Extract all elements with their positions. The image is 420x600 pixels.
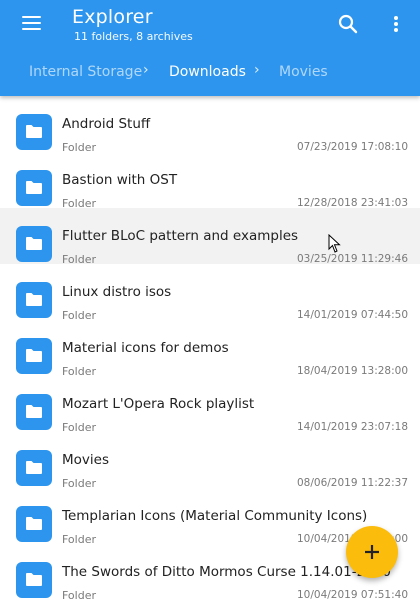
menu-icon — [22, 16, 41, 18]
folder-icon — [26, 405, 42, 418]
folder-kind: Folder — [62, 589, 96, 600]
folder-icon-box — [16, 170, 52, 206]
folder-icon — [26, 573, 42, 586]
mouse-cursor-icon — [328, 234, 341, 253]
folder-name: Linux distro isos — [62, 284, 172, 300]
folder-row[interactable]: Flutter BLoC pattern and examples Folder 0… — [0, 208, 420, 272]
folder-name: Mozart L'Opera Rock playlist — [62, 396, 255, 412]
folder-row[interactable]: Material icons for demos Folder 18/04/2019… — [0, 320, 420, 384]
more-options-button[interactable] — [384, 12, 408, 36]
folder-name: The Swords of Ditto Mormos Curse 1.14.01… — [62, 564, 391, 580]
folder-row[interactable]: Linux distro isos Folder 14/01/2019 07:44:… — [0, 264, 420, 328]
breadcrumb-movies[interactable]: Movies — [279, 64, 328, 80]
folder-name: Bastion with OST — [62, 172, 178, 188]
chevron-right-icon: › — [143, 62, 149, 78]
add-button[interactable] — [346, 526, 398, 578]
folder-icon — [26, 181, 42, 194]
breadcrumb: Internal Storage › Downloads › Movies — [0, 58, 420, 88]
chevron-right-icon: › — [254, 62, 260, 78]
folder-row[interactable]: Movies Folder 08/06/2019 11:22:37 — [0, 432, 420, 496]
folder-icon-box — [16, 114, 52, 150]
folder-icon — [26, 237, 42, 250]
folder-icon-box — [16, 338, 52, 374]
folder-icon-box — [16, 394, 52, 430]
folder-icon-box — [16, 562, 52, 598]
app-subtitle: 11 folders, 8 archives — [74, 30, 193, 43]
folder-date: 10/04/2019 07:51:40 — [296, 589, 408, 600]
folder-name: Flutter BLoC pattern and examples — [62, 228, 299, 244]
folder-icon — [26, 349, 42, 362]
folder-row[interactable]: Mozart L'Opera Rock playlist Folder 14/01/… — [0, 376, 420, 440]
folder-name: Android Stuff — [62, 116, 151, 132]
plus-icon — [365, 545, 379, 559]
breadcrumb-downloads[interactable]: Downloads — [169, 64, 246, 80]
folder-row[interactable]: Android Stuff Folder 07/23/2019 17:08:10 — [0, 96, 420, 160]
search-button[interactable] — [336, 12, 360, 36]
more-vert-icon — [394, 16, 398, 32]
app-title: Explorer — [72, 6, 153, 28]
menu-button[interactable] — [22, 14, 44, 32]
folder-name: Templarian Icons (Material Community Ico… — [62, 508, 368, 524]
folder-icon-box — [16, 282, 52, 318]
folder-row[interactable]: Bastion with OST Folder 12/28/2018 23:41:0… — [0, 152, 420, 216]
folder-icon-box — [16, 450, 52, 486]
search-icon — [338, 14, 358, 34]
folder-icon-box — [16, 226, 52, 262]
folder-icon-box — [16, 506, 52, 542]
app-bar: Explorer 11 folders, 8 archives Internal… — [0, 0, 420, 96]
folder-name: Material icons for demos — [62, 340, 229, 356]
folder-icon — [26, 125, 42, 138]
breadcrumb-internal-storage[interactable]: Internal Storage — [29, 64, 142, 80]
folder-name: Movies — [62, 452, 109, 468]
folder-icon — [26, 293, 42, 306]
file-list: Android Stuff Folder 07/23/2019 17:08:10 Ba… — [0, 96, 420, 600]
folder-icon — [26, 461, 42, 474]
folder-icon — [26, 517, 42, 530]
